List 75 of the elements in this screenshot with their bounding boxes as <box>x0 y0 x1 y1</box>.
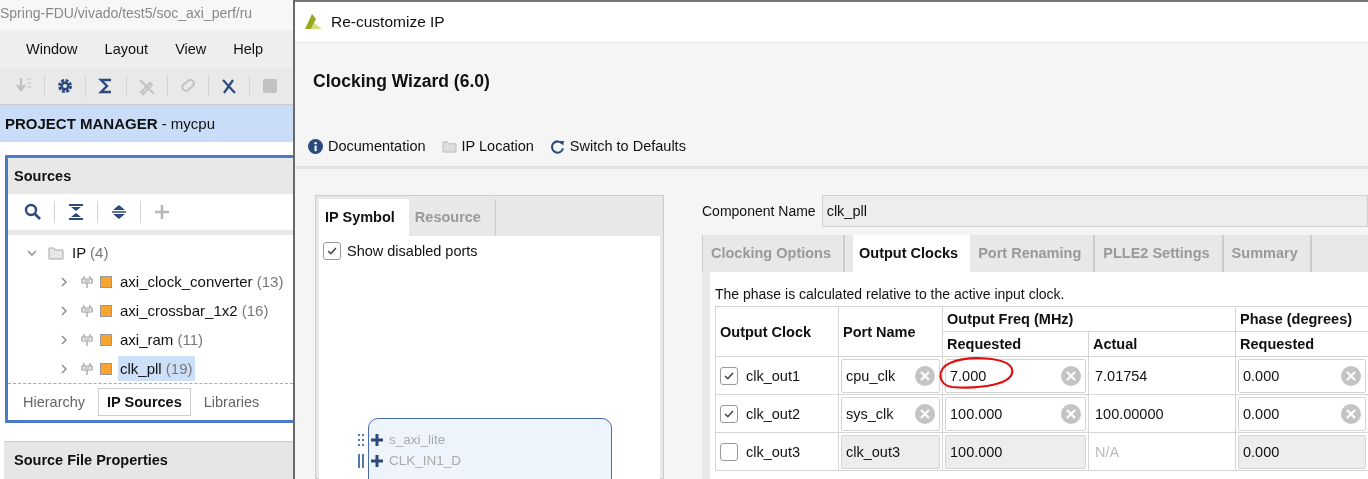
checkbox[interactable] <box>720 366 738 385</box>
toolbar-link[interactable]: Documentation <box>308 138 426 154</box>
column-header: Requested <box>947 336 1022 352</box>
frequency-field[interactable]: 100.000 <box>945 434 1086 469</box>
menu-item[interactable]: Window <box>26 41 78 57</box>
tree-item[interactable]: IP (4) <box>70 240 111 265</box>
port-label: CLK_IN1_D <box>389 453 462 468</box>
panel-tab[interactable]: IP Sources <box>98 388 191 416</box>
collapse-icon[interactable] <box>66 202 86 222</box>
checkbox[interactable] <box>720 404 738 423</box>
bus-connector-icon <box>357 432 365 447</box>
port-name-field[interactable]: sys_clk <box>841 396 940 431</box>
column-header: Phase (degrees) <box>1240 311 1353 327</box>
tree-item[interactable]: clk_pll (19) <box>118 356 195 381</box>
table-cell-text: N/A <box>1094 443 1120 460</box>
ip-core-icon <box>100 333 112 346</box>
search-icon[interactable] <box>23 202 43 222</box>
expand-icon[interactable] <box>109 202 129 222</box>
tab[interactable]: Output Clocks <box>853 235 971 272</box>
folder-icon <box>441 139 457 153</box>
tree-item[interactable]: axi_crossbar_1x2 (16) <box>118 298 271 323</box>
phase-field[interactable]: 0.000 <box>1238 434 1366 469</box>
component-name-field[interactable]: clk_pll <box>821 195 1368 227</box>
dialog-heading: Clocking Wizard (6.0) <box>313 71 491 92</box>
checkbox[interactable] <box>720 442 738 461</box>
settings-icon[interactable] <box>55 76 75 96</box>
connector-icon <box>80 332 94 347</box>
toolbar-link[interactable]: IP Location <box>441 138 534 154</box>
table-cell: clk_out1 <box>746 367 800 384</box>
panel-tab[interactable]: Libraries <box>194 388 269 416</box>
refresh-icon <box>549 138 565 154</box>
panel-tab[interactable]: Hierarchy <box>14 388 95 416</box>
tree-item[interactable]: axi_clock_converter (13) <box>118 269 286 294</box>
port-label: s_axi_lite <box>389 432 446 447</box>
table-cell: clk_out2 <box>746 405 800 422</box>
table-cell: clk_out3 <box>746 443 800 460</box>
port-name-field[interactable]: cpu_clk <box>841 358 940 393</box>
connector-icon <box>80 274 94 289</box>
frequency-field[interactable]: 100.000 <box>945 396 1086 431</box>
menu-item[interactable]: View <box>175 41 207 57</box>
expand-icon[interactable] <box>370 453 384 468</box>
column-header: Output Freq (MHz) <box>947 311 1074 327</box>
column-header: Output Clock <box>720 323 812 340</box>
panel-title: Sources <box>14 168 72 184</box>
panel-tab[interactable]: IP Symbol <box>319 199 409 236</box>
pair-connector-icon <box>357 453 365 468</box>
window-title: Re-customize IP <box>331 13 445 31</box>
connector-icon <box>80 361 94 376</box>
phase-field[interactable]: 0.000 <box>1238 358 1366 393</box>
phase-field[interactable]: 0.000 <box>1238 396 1366 431</box>
column-header: Actual <box>1093 336 1138 352</box>
checkbox[interactable] <box>323 242 341 260</box>
app-logo-icon <box>303 13 323 31</box>
tree-item[interactable]: axi_ram (11) <box>118 327 206 352</box>
port-name-field[interactable]: clk_out3 <box>841 434 940 469</box>
window-title: Spring-FDU/vivado/test5/soc_axi_perf/ru <box>0 0 293 30</box>
expand-icon[interactable] <box>370 432 384 447</box>
table-cell-text: 100.00000 <box>1094 405 1164 422</box>
column-header: Requested <box>1240 336 1315 352</box>
info-icon <box>308 138 323 154</box>
checkbox-label: Show disabled ports <box>347 243 478 259</box>
menu-item[interactable]: Help <box>233 41 264 57</box>
menu-item[interactable]: Layout <box>104 41 149 57</box>
field-label: Component Name <box>702 203 816 219</box>
ip-core-icon <box>100 275 112 288</box>
ip-core-icon <box>100 362 112 375</box>
panel-title: Source File Properties <box>14 452 168 468</box>
ip-core-icon <box>100 304 112 317</box>
connector-icon <box>80 303 94 318</box>
panel-title: PROJECT MANAGER - mycpu <box>0 105 293 142</box>
toolbar-link[interactable]: Switch to Defaults <box>549 138 686 154</box>
table-cell-text: 7.01754 <box>1094 367 1148 384</box>
folder-icon <box>48 245 64 260</box>
info-text: The phase is calculated relative to the active input clock. <box>715 286 1066 302</box>
column-header: Port Name <box>843 323 916 340</box>
